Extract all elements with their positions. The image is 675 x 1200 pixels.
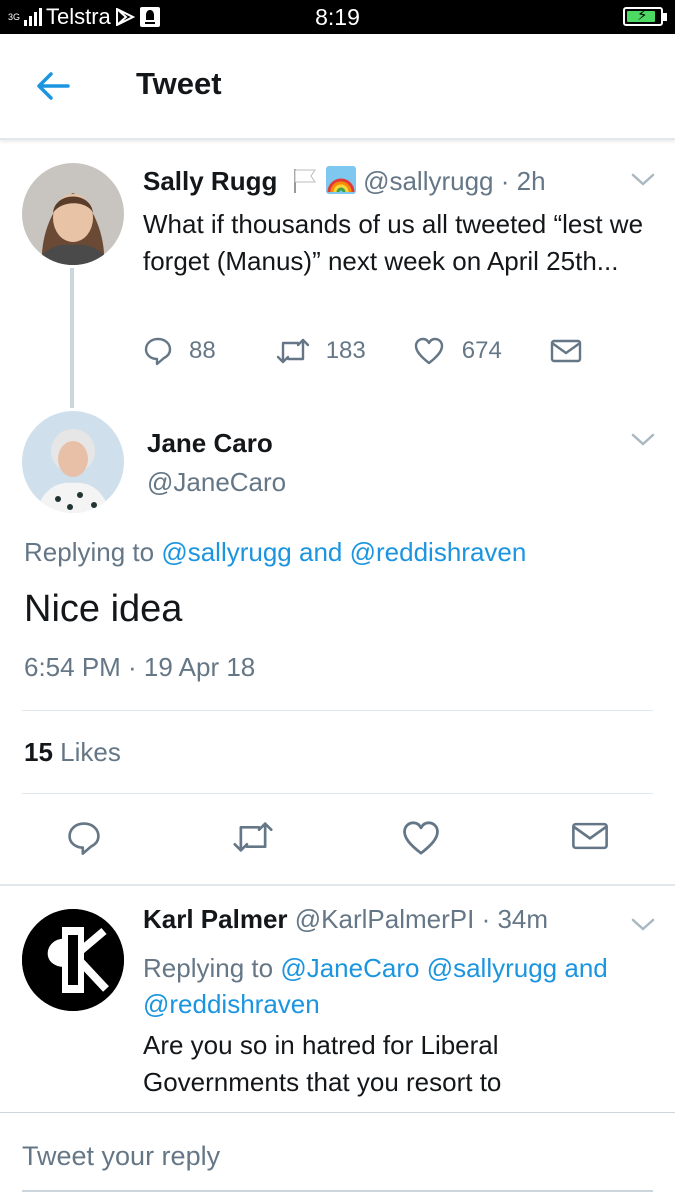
replying-to-label: Replying to bbox=[24, 537, 155, 567]
heart-icon bbox=[403, 821, 439, 855]
page-title: Tweet bbox=[136, 66, 222, 101]
avatar-jane-caro[interactable] bbox=[22, 411, 124, 513]
author-name[interactable]: Karl Palmer bbox=[143, 904, 288, 934]
tweet-text: Are you so in hatred for Liberal Governm… bbox=[143, 1030, 502, 1097]
envelope-icon bbox=[550, 339, 581, 363]
arrow-left-icon bbox=[37, 72, 70, 100]
replying-to: Replying to @JaneCaro @sallyrugg and @re… bbox=[143, 950, 653, 1022]
input-underline bbox=[22, 1190, 653, 1192]
likes-summary[interactable]: 15 Likes bbox=[24, 737, 121, 768]
back-button[interactable] bbox=[34, 68, 74, 104]
like-button[interactable] bbox=[402, 820, 440, 861]
avatar-sally-rugg[interactable] bbox=[22, 163, 124, 265]
divider bbox=[22, 793, 653, 794]
retweet-icon bbox=[276, 338, 309, 364]
share-button[interactable] bbox=[550, 338, 582, 364]
thread-connector-line bbox=[70, 268, 74, 408]
tweet-options-button[interactable] bbox=[631, 918, 655, 932]
reply-input[interactable] bbox=[22, 1141, 652, 1172]
tweet-text: What if thousands of us all tweeted “les… bbox=[143, 209, 644, 276]
mention-link[interactable]: @sallyrugg bbox=[161, 537, 291, 567]
author-handle[interactable]: @KarlPalmerPI bbox=[295, 904, 475, 934]
top-app-bar: Tweet bbox=[0, 34, 675, 140]
retweet-button[interactable]: 183 bbox=[276, 337, 366, 365]
author-name[interactable]: Jane Caro bbox=[147, 428, 273, 459]
tweet-header: Karl Palmer @KarlPalmerPI · 34m bbox=[143, 904, 548, 935]
rainbow-icon bbox=[325, 166, 356, 194]
reply-composer bbox=[0, 1112, 675, 1200]
retweet-count: 183 bbox=[325, 337, 366, 364]
tweet-header: Sally Rugg @sallyrugg · 2h bbox=[143, 166, 546, 197]
author-name[interactable]: Sally Rugg bbox=[143, 166, 277, 196]
tweet-time: · 2h bbox=[500, 166, 546, 196]
battery-charging-icon: ⚡ bbox=[623, 7, 667, 26]
mention-link[interactable]: @reddishraven bbox=[350, 537, 527, 567]
retweet-button[interactable] bbox=[232, 820, 274, 859]
reply-button[interactable]: 88 bbox=[143, 336, 216, 366]
section-separator bbox=[0, 884, 675, 886]
replying-to-label: Replying to bbox=[143, 953, 274, 983]
divider bbox=[22, 710, 653, 711]
tweet-options-button[interactable] bbox=[631, 173, 655, 187]
replying-and[interactable]: and bbox=[299, 537, 342, 567]
like-button[interactable]: 674 bbox=[414, 337, 502, 365]
mention-link[interactable]: @sallyrugg bbox=[427, 953, 557, 983]
replying-and[interactable]: and bbox=[564, 953, 607, 983]
tweet-timestamp[interactable]: 6:54 PM · 19 Apr 18 bbox=[24, 652, 255, 683]
author-handle[interactable]: @sallyrugg bbox=[363, 166, 493, 196]
chevron-down-icon bbox=[631, 173, 655, 186]
avatar-karl-palmer[interactable] bbox=[22, 909, 124, 1011]
likes-count: 15 bbox=[24, 737, 53, 767]
heart-icon bbox=[414, 337, 443, 365]
envelope-icon bbox=[572, 822, 608, 850]
like-count: 674 bbox=[461, 337, 502, 364]
share-button[interactable] bbox=[571, 820, 609, 857]
white-flag-icon bbox=[293, 169, 316, 193]
mention-link[interactable]: @reddishraven bbox=[143, 989, 320, 1019]
tweet-time: · 34m bbox=[481, 904, 549, 934]
tweet-actions: 88 183 674 bbox=[143, 336, 582, 366]
kp-logo bbox=[22, 909, 124, 1011]
reply-icon bbox=[144, 337, 172, 366]
tweet-text: Nice idea bbox=[24, 588, 183, 630]
status-bar: 3G Telstra 8:19 ⚡ bbox=[0, 0, 675, 34]
reply-count: 88 bbox=[189, 337, 216, 364]
reply-button[interactable] bbox=[66, 820, 102, 861]
tweet-options-button[interactable] bbox=[631, 433, 655, 447]
likes-label: Likes bbox=[60, 737, 121, 767]
chevron-down-icon bbox=[631, 433, 655, 446]
replying-to: Replying to @sallyrugg and @reddishraven bbox=[24, 537, 526, 568]
chevron-down-icon bbox=[631, 918, 655, 931]
mention-link[interactable]: @JaneCaro bbox=[280, 953, 419, 983]
retweet-icon bbox=[233, 822, 273, 852]
reply-icon bbox=[68, 822, 100, 855]
status-time: 8:19 bbox=[315, 4, 360, 30]
author-handle[interactable]: @JaneCaro bbox=[147, 467, 286, 498]
